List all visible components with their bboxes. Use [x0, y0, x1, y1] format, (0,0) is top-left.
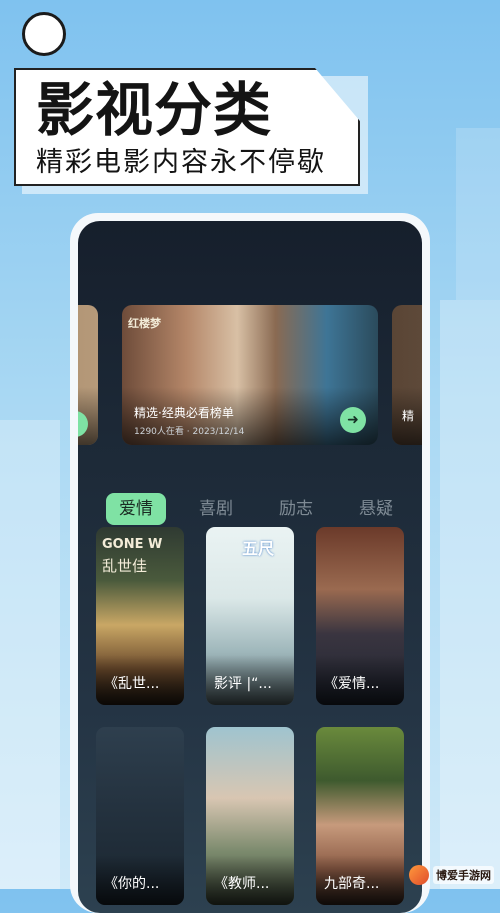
banner-next-label: 精: [402, 409, 415, 423]
card-label: 《你的...: [104, 876, 160, 892]
tab-romance[interactable]: 爱情: [106, 493, 166, 525]
card-label: 《爱情...: [324, 676, 380, 692]
arrow-right-icon[interactable]: ➜: [340, 407, 366, 433]
tab-suspense[interactable]: 悬疑: [346, 493, 406, 525]
card-label: 九部奇...: [324, 876, 380, 892]
page-subtitle: 精彩电影内容永不停歇: [36, 147, 326, 178]
poster-title: 五尺: [242, 539, 275, 558]
decorative-circle: [22, 12, 66, 56]
watermark-text: 博爱手游网: [433, 866, 494, 884]
featured-banner[interactable]: 红楼梦 精选·经典必看榜单 1290人在看 · 2023/12/14 ➜: [122, 305, 378, 445]
category-tabs: 爱情 喜剧 励志 悬疑: [106, 493, 406, 525]
title-card: 影视分类 精彩电影内容永不停歇: [14, 68, 368, 194]
card-label: 《教师...: [214, 876, 270, 892]
page-title: 影视分类: [36, 76, 273, 144]
poster-cn-title: 乱世佳: [102, 557, 148, 575]
banner-title: 精选·经典必看榜单: [134, 406, 234, 420]
app-screen: 红楼梦 精选·经典必看榜单 1290人在看 · 2023/12/14 ➜ 精 爱…: [78, 221, 422, 913]
movie-card[interactable]: 《爱情...: [316, 527, 404, 705]
phone-frame: 红楼梦 精选·经典必看榜单 1290人在看 · 2023/12/14 ➜ 精 爱…: [70, 213, 430, 913]
movie-card[interactable]: 五尺 影评 |“...: [206, 527, 294, 705]
banner-meta: 1290人在看 · 2023/12/14: [134, 427, 245, 437]
poster-title: GONE W: [102, 537, 163, 552]
movie-card[interactable]: 《教师...: [206, 727, 294, 905]
banner-poster-text: 红楼梦: [128, 317, 161, 330]
card-label: 《乱世...: [104, 676, 160, 692]
movie-card[interactable]: 《你的...: [96, 727, 184, 905]
tab-comedy[interactable]: 喜剧: [186, 493, 246, 525]
tab-inspirational[interactable]: 励志: [266, 493, 326, 525]
movie-card[interactable]: GONE W 乱世佳 《乱世...: [96, 527, 184, 705]
card-label: 影评 |“...: [214, 676, 272, 692]
movie-card[interactable]: 九部奇...: [316, 727, 404, 905]
watermark-logo-icon: [409, 865, 429, 885]
banner-next[interactable]: [392, 305, 422, 445]
watermark: 博爱手游网: [409, 865, 494, 885]
